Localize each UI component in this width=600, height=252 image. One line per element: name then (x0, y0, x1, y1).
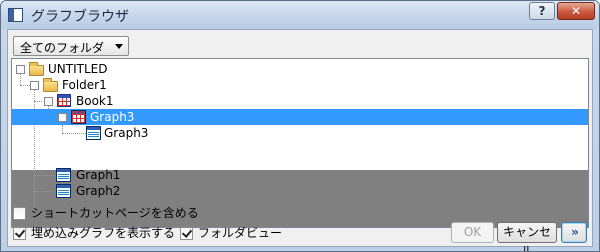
tree-node-label: Graph1 (76, 168, 121, 182)
show-embedded-label: 埋め込みグラフを表示する (31, 226, 176, 240)
graph-browser-window: グラフブラウザ ? ✕ 全てのフォルダ UNTITLED Folder1 Boo… (0, 0, 600, 252)
include-shortcut-checkbox[interactable] (13, 207, 26, 220)
expander-icon[interactable] (58, 113, 67, 122)
tree-node-label: Graph3 (104, 126, 149, 140)
expander-icon[interactable] (44, 97, 53, 106)
folder-view-label: フォルダビュー (198, 226, 283, 240)
tree-node-graph1[interactable]: Graph1 (12, 167, 152, 183)
ok-button[interactable]: OK (451, 222, 494, 243)
tree-node-book1[interactable]: Book1 (12, 93, 152, 109)
expand-options-button[interactable]: » (561, 222, 587, 243)
tree-node-graph3-child[interactable]: Graph3 (12, 125, 172, 141)
graph-icon (56, 184, 71, 198)
show-embedded-checkbox[interactable] (13, 227, 26, 240)
graph-grid-icon (71, 110, 86, 124)
folder-filter-value: 全てのフォルダ (20, 41, 105, 55)
tree-node-graph3-selected[interactable]: Graph3 (12, 109, 588, 125)
include-shortcut-label: ショートカットページを含める (31, 206, 199, 220)
graph-tree-view[interactable]: UNTITLED Folder1 Book1 Graph3 Graph3 Gra… (11, 58, 589, 228)
expander-icon[interactable] (16, 65, 25, 74)
folder-icon (43, 78, 58, 92)
tree-node-label: Folder1 (62, 78, 107, 92)
tree-node-graph2[interactable]: Graph2 (12, 183, 152, 199)
graph-icon (56, 168, 71, 182)
tree-node-label: Graph3 (90, 110, 135, 124)
tree-node-label: Graph2 (76, 184, 121, 198)
graph-icon (86, 126, 101, 140)
tree-node-untitled[interactable]: UNTITLED (12, 61, 152, 77)
app-window-icon (8, 8, 23, 22)
expander-icon[interactable] (30, 81, 39, 90)
workbook-icon (57, 94, 71, 107)
close-button[interactable]: ✕ (557, 2, 595, 20)
window-title: グラフブラウザ (31, 9, 129, 25)
help-button[interactable]: ? (529, 2, 555, 20)
tree-node-folder1[interactable]: Folder1 (12, 77, 152, 93)
tree-node-label: Book1 (76, 94, 114, 108)
double-chevron-right-icon: » (571, 225, 579, 239)
folder-icon (29, 62, 44, 76)
title-bar[interactable]: グラフブラウザ ? ✕ (1, 1, 599, 29)
chevron-down-icon (115, 44, 123, 49)
cancel-button[interactable]: キャンセル (497, 222, 557, 251)
folder-filter-select[interactable]: 全てのフォルダ (13, 36, 129, 56)
tree-node-label: UNTITLED (48, 62, 108, 76)
folder-view-checkbox[interactable] (180, 227, 193, 240)
dialog-body: 全てのフォルダ UNTITLED Folder1 Book1 Graph3 Gr… (7, 29, 593, 251)
